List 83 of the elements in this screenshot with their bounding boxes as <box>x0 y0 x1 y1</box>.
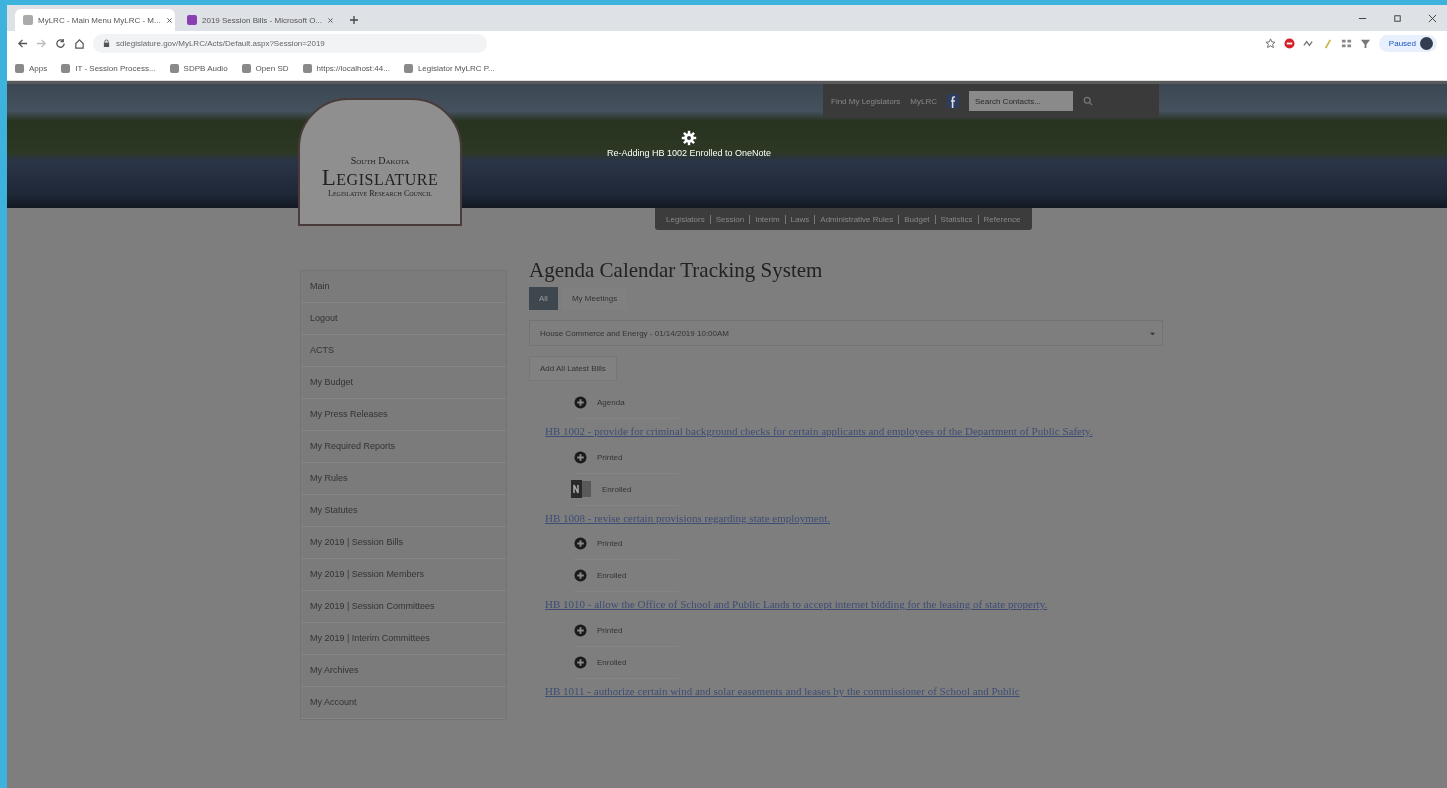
reload-icon[interactable] <box>55 38 66 49</box>
bill-link[interactable]: HB 1008 - revise certain provisions regarding state employment. <box>545 511 1145 525</box>
sidebar-item[interactable]: My 2019 | Session Members <box>301 559 506 591</box>
sidebar-item[interactable]: My Required Reports <box>301 431 506 463</box>
nav-link[interactable]: Budget <box>898 214 935 224</box>
bookmark[interactable]: Apps <box>15 63 48 73</box>
sidebar-item[interactable]: My 2019 | Interim Committees <box>301 623 506 655</box>
sidebar-item[interactable]: My Press Releases <box>301 399 506 431</box>
tab-favicon-icon <box>187 15 197 25</box>
restore-icon[interactable] <box>1393 14 1402 23</box>
address-bar[interactable]: sdlegislature.gov/MyLRC/Acts/Default.aspx?Session=2019 <box>93 34 487 53</box>
sidebar-item[interactable]: Logout <box>301 303 506 335</box>
stop-sign-icon[interactable] <box>1283 38 1295 49</box>
bookmark[interactable]: Legislator MyLRC P... <box>403 63 495 73</box>
page-title: Agenda Calendar Tracking System <box>529 258 824 283</box>
nav-link[interactable]: Session <box>709 214 750 224</box>
bookmark-icon <box>403 63 413 73</box>
bookmark-icon <box>241 63 251 73</box>
legislature-logo: South Dakota Legislature Legislative Research Council <box>298 98 462 226</box>
lock-icon <box>103 39 110 48</box>
nav-link[interactable]: Statistics <box>934 214 978 224</box>
plus-circle-icon[interactable] <box>574 396 587 409</box>
document-label: Enrolled <box>602 484 632 494</box>
header-link[interactable]: Find My Legislators <box>831 96 901 106</box>
grid-icon[interactable] <box>1340 38 1352 49</box>
nav-link[interactable]: Laws <box>784 214 815 224</box>
plus-circle-icon[interactable] <box>574 450 587 464</box>
tab-favicon-icon <box>23 15 33 25</box>
browser-tab[interactable]: MyLRC - Main Menu MyLRC - M... <box>15 9 175 31</box>
document-label: Enrolled <box>597 571 627 581</box>
nav-link[interactable]: Interim <box>749 214 785 224</box>
bookmark[interactable]: IT - Session Process... <box>61 63 156 73</box>
document-label: Agenda <box>597 398 625 407</box>
bookmark-icon <box>15 63 24 73</box>
bookmark-icon <box>302 63 312 73</box>
close-icon[interactable] <box>1428 14 1437 23</box>
document-label: Enrolled <box>597 657 627 667</box>
home-icon[interactable] <box>74 38 85 49</box>
bookmark[interactable]: https://localhost:44... <box>302 63 390 73</box>
profile-button[interactable]: Paused <box>1378 35 1437 52</box>
sidebar-item[interactable]: My 2019 | Session Committees <box>301 591 506 623</box>
sidebar-item[interactable]: My Budget <box>301 367 506 399</box>
nav-link[interactable]: Administrative Rules <box>814 214 899 224</box>
nav-link[interactable]: Reference <box>977 214 1026 224</box>
onenote-icon[interactable] <box>570 479 592 500</box>
plus-circle-icon[interactable] <box>574 569 587 583</box>
filter-icon[interactable] <box>1359 38 1371 49</box>
document-label: Printed <box>597 539 623 549</box>
nav-link[interactable]: Legislators <box>661 214 710 224</box>
close-tab-icon[interactable] <box>165 16 173 24</box>
filter-tab[interactable]: All <box>529 287 558 310</box>
gear-icon <box>681 130 698 146</box>
back-arrow-icon[interactable] <box>17 38 28 49</box>
plus-circle-icon[interactable] <box>574 655 587 669</box>
plus-circle-icon[interactable] <box>574 537 587 551</box>
document-label: Printed <box>597 452 623 462</box>
meeting-dropdown[interactable]: House Commerce and Energy - 01/14/2019 10:00AM <box>529 320 1163 346</box>
sidebar-item[interactable]: My Rules <box>301 463 506 495</box>
search-field[interactable]: Search Contacts... <box>969 91 1074 111</box>
extension-icon[interactable] <box>1302 38 1314 49</box>
status-message: Re-Adding HB 1002 Enrolled to OneNote <box>607 148 772 158</box>
bookmark-icon <box>61 63 71 73</box>
bill-link[interactable]: HB 1010 - allow the Office of School and Public Lands to accept internet bidding for the leasing of state property. <box>545 598 1145 611</box>
sidebar-item[interactable]: My 2019 | Session Bills <box>301 527 506 559</box>
browser-tab[interactable]: 2019 Session Bills - Microsoft O... <box>179 9 339 31</box>
sidebar-item[interactable]: Main <box>301 271 506 303</box>
close-tab-icon[interactable] <box>327 16 335 24</box>
bookmark[interactable]: Open SD <box>241 63 289 73</box>
bookmark-icon <box>169 63 179 73</box>
avatar-icon <box>1420 37 1433 50</box>
bookmark[interactable]: SDPB Audio <box>169 63 228 73</box>
star-icon[interactable] <box>1264 38 1276 49</box>
sidebar-item[interactable]: My Archives <box>301 655 506 687</box>
header-link[interactable]: MyLRC <box>910 96 938 106</box>
search-icon[interactable] <box>1083 96 1094 106</box>
facebook-icon[interactable] <box>947 94 960 108</box>
sidebar-item[interactable]: My Account <box>301 687 506 719</box>
sidebar-item[interactable]: My Statutes <box>301 495 506 527</box>
new-tab-icon[interactable] <box>349 15 359 25</box>
add-all-button[interactable]: Add All Latest Bills <box>529 356 617 381</box>
sidebar-item[interactable]: ACTS <box>301 335 506 367</box>
document-label: Printed <box>597 625 623 635</box>
plus-circle-icon[interactable] <box>574 623 587 637</box>
